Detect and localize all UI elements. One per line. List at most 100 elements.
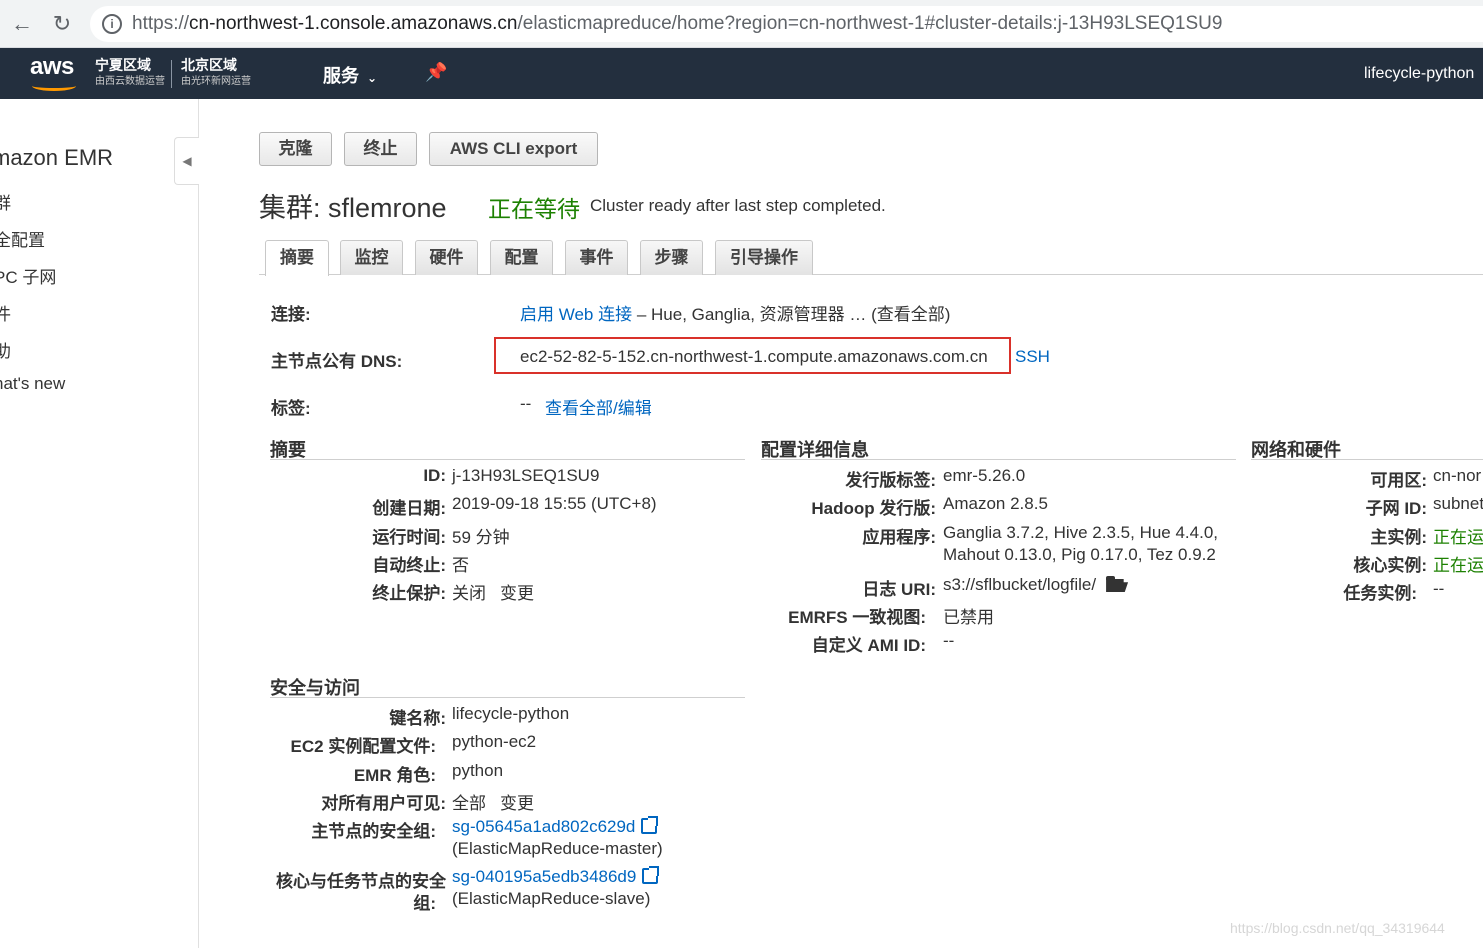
emrfs-label: EMRFS 一致视图: (788, 608, 926, 627)
created-label: 创建日期: (372, 499, 446, 518)
address-bar[interactable]: i https://cn-northwest-1.console.amazona… (90, 6, 1483, 42)
url-host: cn-northwest-1.console.amazonaws.cn (189, 13, 518, 34)
tags-label: 标签: (271, 399, 311, 418)
log-uri-text: s3://sflbucket/logfile/ (943, 575, 1097, 594)
collapse-sidebar-icon[interactable]: ◀ (174, 137, 199, 185)
created-value: 2019-09-18 15:55 (UTC+8) (452, 494, 657, 513)
connect-value: 启用 Web 连接 – Hue, Ganglia, 资源管理器 … (查看全部) (520, 300, 950, 325)
status-message: Cluster ready after last step completed. (590, 196, 886, 215)
subnet-id-label: 子网 ID: (1365, 499, 1427, 518)
emr-role-value: python (452, 761, 504, 780)
master-sg-link[interactable]: sg-05645a1ad802c629d (452, 817, 635, 836)
tab-steps[interactable]: 步骤 (640, 240, 703, 275)
section-divider (270, 459, 745, 460)
section-divider (270, 697, 745, 698)
auto-terminate-label: 自动终止: (372, 556, 446, 575)
slave-sg-link[interactable]: sg-040195a5edb3486d9 (452, 867, 636, 886)
termination-protection-label: 终止保护: (372, 584, 446, 603)
subnet-id-link[interactable]: subnet (1433, 494, 1483, 514)
emrfs-value: 已禁用 (943, 608, 994, 627)
sidebar: mazon EMR 群 全配置 PC 子网 件 助 hat's new ◀ (0, 99, 199, 948)
master-sg-name: (ElasticMapReduce-master) (452, 839, 663, 858)
connect-label: 连接: (271, 305, 311, 324)
instance-profile-label: EC2 实例配置文件: (290, 737, 436, 756)
emr-role-label: EMR 角色: (353, 766, 436, 785)
slave-sg-name: (ElasticMapReduce-slave) (452, 889, 651, 908)
url-path: /elasticmapreduce/home?region=cn-northwe… (517, 13, 1223, 34)
region-operator: 由西云数据运营 (95, 76, 165, 87)
connect-services: – Hue, Ganglia, 资源管理器 … (查看全部) (636, 305, 951, 324)
tab-hardware[interactable]: 硬件 (415, 240, 478, 275)
external-link-icon[interactable] (641, 816, 659, 834)
sidebar-item-whats-new[interactable]: hat's new (0, 374, 65, 394)
region-beijing[interactable]: 北京区域 由光环新网运营 (181, 57, 251, 89)
tags-value: -- (520, 394, 532, 413)
back-arrow-icon[interactable]: ← (8, 10, 36, 38)
log-uri-label: 日志 URI: (862, 580, 936, 599)
status-badge: 正在等待 (488, 196, 580, 222)
core-instance-label: 核心实例: (1353, 556, 1427, 575)
pin-icon[interactable]: 📌 (425, 62, 447, 83)
key-name-label: 键名称: (389, 709, 446, 728)
view-edit-tags-link[interactable]: 查看全部/编辑 (545, 394, 652, 419)
release-label: 发行版标签: (845, 471, 936, 490)
region-name: 北京区域 (181, 57, 237, 73)
aws-logo-text: aws (30, 53, 74, 80)
watermark: https://blog.csdn.net/qq_34319644 (1230, 920, 1445, 936)
applications-label: 应用程序: (862, 528, 936, 547)
instance-profile-value: python-ec2 (452, 732, 537, 751)
cluster-id-label: ID: (423, 466, 446, 485)
enable-web-connection-link[interactable]: 启用 Web 连接 (520, 305, 632, 324)
tab-summary[interactable]: 摘要 (265, 240, 329, 276)
change-protection-link[interactable]: 变更 (500, 579, 534, 604)
elapsed-label: 运行时间: (372, 528, 446, 547)
availability-zone-label: 可用区: (1370, 471, 1427, 490)
release-value: emr-5.26.0 (943, 466, 1026, 485)
task-instance-value: -- (1433, 579, 1445, 598)
account-menu[interactable]: lifecycle-python (1364, 65, 1474, 83)
services-label: 服务 (323, 66, 359, 86)
hadoop-value: Amazon 2.8.5 (943, 494, 1048, 513)
aws-cli-export-button[interactable]: AWS CLI export (429, 132, 598, 166)
browser-toolbar: ← ↻ i https://cn-northwest-1.console.ama… (0, 0, 1483, 48)
elapsed-value: 59 分钟 (452, 528, 510, 547)
url-text[interactable]: https://cn-northwest-1.console.amazonaws… (132, 13, 1222, 35)
sidebar-title[interactable]: mazon EMR (0, 145, 113, 171)
ssh-link[interactable]: SSH (1015, 347, 1050, 367)
reload-icon[interactable]: ↻ (48, 10, 76, 38)
sidebar-item-security-config[interactable]: 全配置 (0, 226, 45, 251)
master-sg-label: 主节点的安全组: (311, 822, 436, 841)
external-link-icon[interactable] (642, 866, 660, 884)
site-info-icon[interactable]: i (102, 14, 122, 34)
sidebar-item-clusters[interactable]: 群 (0, 189, 11, 214)
cluster-id-value: j-13H93LSEQ1SU9 (452, 466, 600, 485)
tab-bootstrap-actions[interactable]: 引导操作 (715, 240, 813, 275)
services-menu[interactable]: 服务 ⌄ (323, 62, 377, 88)
master-dns-value: ec2-52-82-5-152.cn-northwest-1.compute.a… (520, 347, 988, 366)
master-dns-label: 主节点公有 DNS: (271, 352, 403, 371)
slave-sg-label-cont: 组: (413, 894, 436, 913)
region-ningxia[interactable]: 宁夏区域 由西云数据运营 (95, 57, 165, 89)
auto-terminate-value: 否 (452, 556, 469, 575)
region-operator: 由光环新网运营 (181, 76, 251, 87)
tab-configuration[interactable]: 配置 (490, 240, 553, 275)
availability-zone-value: cn-nor (1433, 466, 1482, 485)
aws-logo[interactable]: aws (30, 54, 82, 92)
visible-to-all-label: 对所有用户可见: (321, 794, 446, 813)
tab-events[interactable]: 事件 (565, 240, 628, 275)
hadoop-label: Hadoop 发行版: (811, 499, 936, 518)
folder-open-icon[interactable] (1106, 576, 1128, 592)
sidebar-item-help[interactable]: 助 (0, 337, 11, 362)
terminate-button[interactable]: 终止 (344, 132, 417, 166)
change-visibility-link[interactable]: 变更 (500, 789, 534, 814)
custom-ami-label: 自定义 AMI ID: (811, 636, 926, 655)
clone-button[interactable]: 克隆 (259, 132, 332, 166)
chevron-down-icon: ⌄ (367, 71, 378, 85)
custom-ami-value: -- (943, 631, 955, 650)
visible-to-all-value: 全部 (452, 794, 486, 813)
sidebar-item-events[interactable]: 件 (0, 300, 11, 325)
master-instance-status: 正在运 (1433, 528, 1483, 547)
tab-monitoring[interactable]: 监控 (340, 240, 403, 275)
aws-smile-icon (32, 81, 76, 91)
sidebar-item-vpc-subnets[interactable]: PC 子网 (0, 263, 56, 288)
